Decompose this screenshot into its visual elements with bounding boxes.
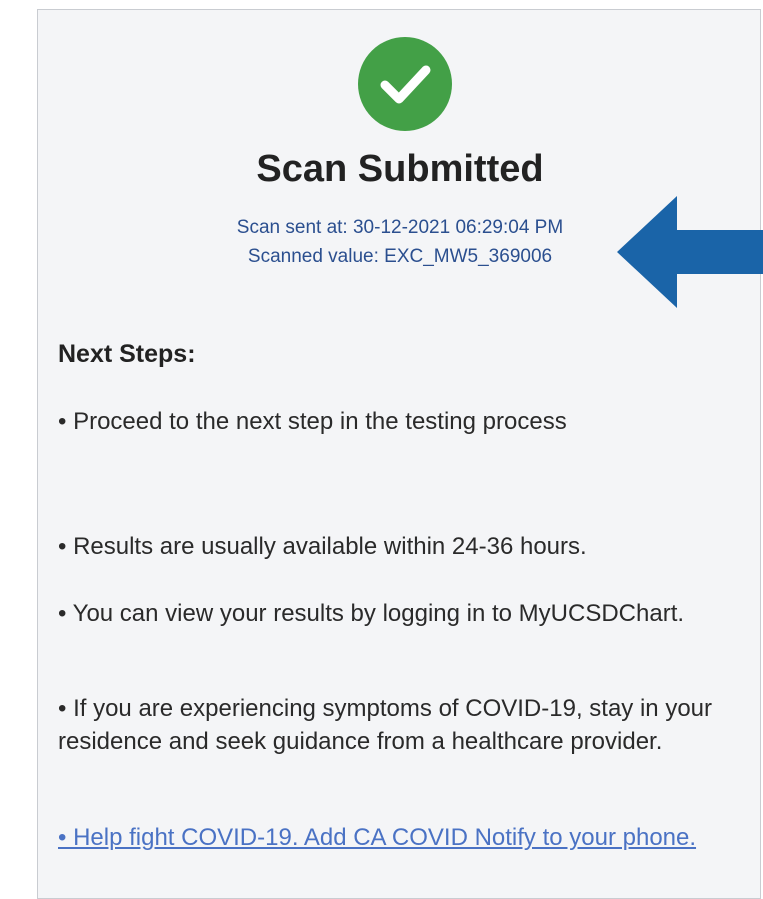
next-step-item: • Results are usually available within 2… (58, 533, 587, 560)
arrow-left-icon (617, 196, 763, 308)
page-title: Scan Submitted (256, 148, 544, 190)
ca-covid-notify-link[interactable]: • Help fight COVID-19. Add CA COVID Noti… (58, 821, 758, 854)
next-step-item: • Proceed to the next step in the testin… (58, 408, 567, 435)
scan-result-screen: Scan Submitted Scan sent at: 30-12-2021 … (37, 9, 761, 899)
check-circle-icon (358, 37, 452, 131)
next-steps-heading: Next Steps: (58, 340, 196, 368)
next-step-item: • If you are experiencing symptoms of CO… (58, 695, 712, 755)
next-step-item: • You can view your results by logging i… (58, 600, 685, 627)
